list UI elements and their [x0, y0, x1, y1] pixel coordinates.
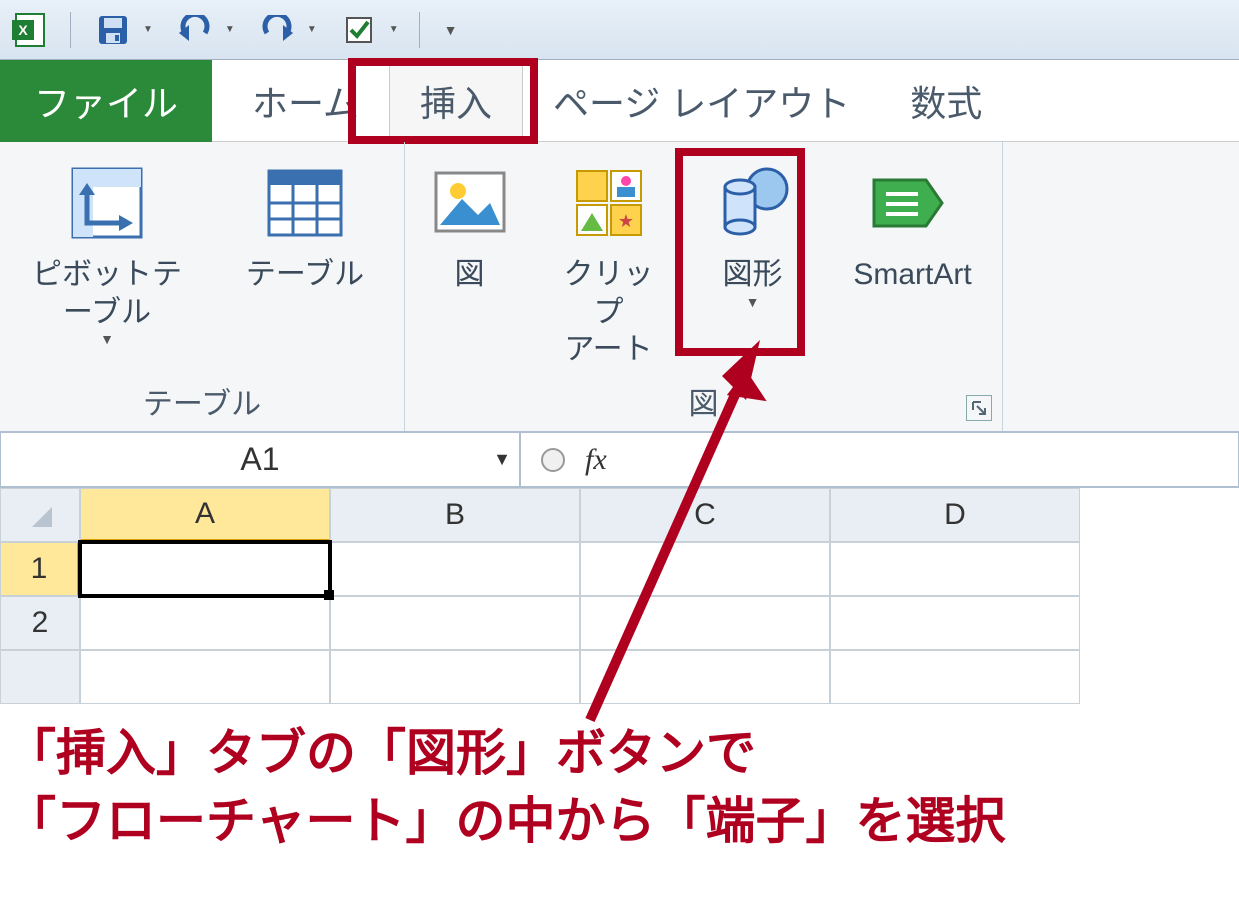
spreadsheet-grid: A B C D 1 2: [0, 488, 1239, 704]
cell-a1[interactable]: [80, 542, 330, 596]
column-header-d[interactable]: D: [830, 488, 1080, 542]
table-icon: [260, 158, 350, 248]
svg-text:★: ★: [617, 211, 633, 231]
pivot-table-icon: [62, 158, 152, 248]
chevron-down-icon[interactable]: ▼: [493, 449, 511, 470]
insert-picture-label: 図: [455, 256, 485, 294]
tab-file[interactable]: ファイル: [0, 60, 212, 142]
redo-dropdown-icon[interactable]: ▼: [307, 24, 317, 35]
dialog-launcher-icon[interactable]: [966, 395, 992, 421]
row-header-1[interactable]: 1: [0, 542, 80, 596]
smartart-icon: [868, 158, 958, 248]
cell-a3[interactable]: [80, 650, 330, 704]
chevron-down-icon: ▼: [100, 331, 114, 349]
smartart-label: SmartArt: [853, 256, 971, 294]
row-header-3[interactable]: [0, 650, 80, 704]
cell-c3[interactable]: [580, 650, 830, 704]
ribbon-group-illustrations: 図 ★ クリップ アート: [405, 142, 1003, 431]
cell-d2[interactable]: [830, 596, 1080, 650]
cell-d3[interactable]: [830, 650, 1080, 704]
name-box[interactable]: A1 ▼: [0, 432, 520, 487]
qat-customize-dropdown-icon[interactable]: ▼: [389, 24, 399, 35]
qat-overflow-dropdown-icon[interactable]: ▼: [444, 22, 458, 38]
chevron-down-icon: ▼: [746, 294, 760, 312]
annotation-line-2: 「フローチャート」の中から「端子」を選択: [6, 788, 1006, 856]
tab-formulas[interactable]: 数式: [880, 60, 1012, 142]
insert-picture-button[interactable]: 図: [410, 154, 530, 298]
tab-home[interactable]: ホーム: [222, 60, 389, 142]
redo-button[interactable]: [255, 8, 299, 52]
excel-logo-icon: X: [10, 10, 50, 50]
column-header-a[interactable]: A: [80, 488, 330, 542]
cell-b3[interactable]: [330, 650, 580, 704]
undo-button[interactable]: [173, 8, 217, 52]
ribbon-tabs: ファイル ホーム 挿入 ページ レイアウト 数式: [0, 60, 1239, 142]
shapes-button[interactable]: 図形 ▼: [688, 154, 818, 315]
select-all-corner[interactable]: [0, 488, 80, 542]
qat-separator: [70, 12, 71, 48]
cell-d1[interactable]: [830, 542, 1080, 596]
quick-access-toolbar: X ▼ ▼ ▼ ▼ ▼: [0, 0, 1239, 60]
row-header-2[interactable]: 2: [0, 596, 80, 650]
cell-a2[interactable]: [80, 596, 330, 650]
ribbon: ピボットテーブル ▼ テーブル テーブル: [0, 142, 1239, 432]
pivot-table-label: ピボットテーブル: [19, 256, 195, 331]
column-header-c[interactable]: C: [580, 488, 830, 542]
ribbon-group-tables: ピボットテーブル ▼ テーブル テーブル: [0, 142, 405, 431]
cell-b2[interactable]: [330, 596, 580, 650]
formula-bar[interactable]: fx: [520, 432, 1239, 487]
clipart-label: クリップ アート: [550, 256, 668, 369]
annotation-line-1: 「挿入」タブの「図形」ボタンで: [6, 720, 1006, 788]
picture-icon: [425, 158, 515, 248]
name-box-value: A1: [240, 441, 279, 478]
shapes-label: 図形: [723, 256, 783, 294]
cell-c2[interactable]: [580, 596, 830, 650]
tab-page-layout[interactable]: ページ レイアウト: [523, 60, 880, 142]
clipart-button[interactable]: ★ クリップ アート: [540, 154, 678, 373]
cell-c1[interactable]: [580, 542, 830, 596]
group-label-illustrations: 図: [405, 379, 1002, 423]
table-label: テーブル: [246, 256, 364, 294]
pivot-table-button[interactable]: ピボットテーブル ▼: [9, 154, 205, 353]
tab-insert[interactable]: 挿入: [389, 60, 523, 142]
cancel-formula-icon: [541, 448, 565, 472]
fx-icon[interactable]: fx: [585, 443, 607, 477]
annotation-text: 「挿入」タブの「図形」ボタンで 「フローチャート」の中から「端子」を選択: [6, 720, 1006, 855]
table-button[interactable]: テーブル: [215, 154, 395, 298]
clipart-icon: ★: [564, 158, 654, 248]
column-header-b[interactable]: B: [330, 488, 580, 542]
cell-b1[interactable]: [330, 542, 580, 596]
save-button[interactable]: [91, 8, 135, 52]
undo-dropdown-icon[interactable]: ▼: [225, 24, 235, 35]
group-label-tables: テーブル: [0, 379, 404, 423]
formula-bar-row: A1 ▼ fx: [0, 432, 1239, 488]
shapes-icon: [708, 158, 798, 248]
save-dropdown-icon[interactable]: ▼: [143, 24, 153, 35]
checkbox-icon[interactable]: [337, 8, 381, 52]
svg-text:X: X: [18, 22, 28, 38]
smartart-button[interactable]: SmartArt: [828, 154, 998, 298]
qat-separator-2: [419, 12, 420, 48]
